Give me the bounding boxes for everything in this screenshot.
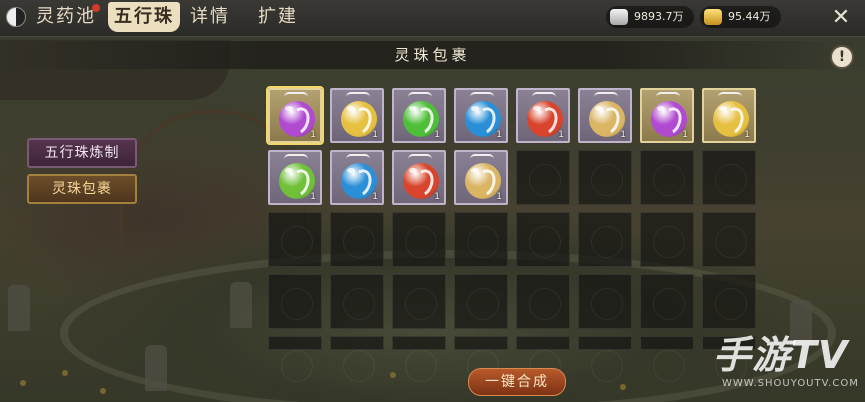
sidebar-item-pouch[interactable]: 灵珠包裹 xyxy=(27,174,137,204)
inventory-slot-empty[interactable] xyxy=(392,274,446,329)
tab-expand[interactable]: 扩建 xyxy=(258,2,298,32)
inventory-slot-empty[interactable] xyxy=(330,274,384,329)
item-count: 1 xyxy=(310,192,316,202)
inventory-slot-empty[interactable] xyxy=(640,336,694,382)
inventory-slot-empty[interactable] xyxy=(392,336,446,382)
inventory-slot[interactable]: 1 xyxy=(578,88,632,143)
item-count: 1 xyxy=(434,192,440,202)
silver-value: 9893.7万 xyxy=(634,10,684,23)
top-bar: 灵药池 五行珠 详情 扩建 9893.7万 95.44万 ✕ xyxy=(0,0,865,37)
inventory-slot-empty[interactable] xyxy=(578,212,632,267)
tab-details[interactable]: 详情 xyxy=(190,2,230,32)
item-count: 1 xyxy=(372,130,378,140)
inventory-slot-empty[interactable] xyxy=(578,336,632,382)
inventory-slot-empty[interactable] xyxy=(454,274,508,329)
item-count: 1 xyxy=(496,130,502,140)
sidebar-item-refine[interactable]: 五行珠炼制 xyxy=(27,138,137,168)
inventory-slot[interactable]: 1 xyxy=(454,150,508,205)
inventory-slot-empty[interactable] xyxy=(330,336,384,382)
inventory-slot-empty[interactable] xyxy=(516,274,570,329)
inventory-slot[interactable]: 1 xyxy=(392,150,446,205)
inventory-slot-empty[interactable] xyxy=(330,212,384,267)
item-count: 1 xyxy=(434,130,440,140)
item-count: 1 xyxy=(310,130,316,140)
item-count: 1 xyxy=(620,130,626,140)
yin-yang-icon[interactable] xyxy=(6,7,26,27)
inventory-slot[interactable]: 1 xyxy=(330,88,384,143)
sidebar-item-label: 五行珠炼制 xyxy=(44,145,120,161)
inventory-slot[interactable]: 1 xyxy=(392,88,446,143)
tab-herb-pool[interactable]: 灵药池 xyxy=(36,2,100,32)
silver-resource: 9893.7万 xyxy=(606,6,694,28)
tab-label: 详情 xyxy=(190,6,230,27)
combine-all-button[interactable]: 一键合成 xyxy=(468,368,566,396)
inventory-slot-empty[interactable] xyxy=(392,212,446,267)
inventory-slot-empty[interactable] xyxy=(268,336,322,382)
inventory-slot-empty[interactable] xyxy=(640,212,694,267)
combine-label: 一键合成 xyxy=(485,374,549,390)
inventory-slot-empty[interactable] xyxy=(702,212,756,267)
info-icon[interactable]: ! xyxy=(830,45,854,69)
inventory-slot-empty[interactable] xyxy=(640,150,694,205)
inventory-slot[interactable]: 1 xyxy=(330,150,384,205)
item-count: 1 xyxy=(372,192,378,202)
inventory-slot-empty[interactable] xyxy=(578,150,632,205)
inventory-slot-empty[interactable] xyxy=(578,274,632,329)
inventory-slot[interactable]: 1 xyxy=(268,88,322,143)
sidebar-item-label: 灵珠包裹 xyxy=(52,181,112,197)
inventory-slot[interactable]: 1 xyxy=(516,88,570,143)
tab-label: 扩建 xyxy=(258,6,298,27)
inventory-slot[interactable]: 1 xyxy=(702,88,756,143)
tab-label: 灵药池 xyxy=(36,6,96,27)
item-count: 1 xyxy=(496,192,502,202)
tab-label: 五行珠 xyxy=(114,6,174,27)
inventory-slot-empty[interactable] xyxy=(454,212,508,267)
inventory-slot-empty[interactable] xyxy=(454,336,508,382)
close-icon[interactable]: ✕ xyxy=(829,6,853,30)
gold-resource: 95.44万 xyxy=(700,6,781,28)
item-count: 1 xyxy=(558,130,564,140)
panel-title-bar: 灵珠包裹 xyxy=(0,41,865,69)
panel-title: 灵珠包裹 xyxy=(394,46,471,64)
notification-dot xyxy=(92,4,100,12)
inventory-slot[interactable]: 1 xyxy=(640,88,694,143)
gold-value: 95.44万 xyxy=(728,10,771,23)
inventory-slot[interactable]: 1 xyxy=(268,150,322,205)
inventory-slot-empty[interactable] xyxy=(516,212,570,267)
inventory-slot-empty[interactable] xyxy=(268,274,322,329)
inventory-slot-empty[interactable] xyxy=(516,150,570,205)
inventory-slot-empty[interactable] xyxy=(702,150,756,205)
silver-ingot-icon xyxy=(610,9,628,25)
inventory-grid: 1 1 1 1 1 1 1 1 1 1 1 1 xyxy=(268,88,760,382)
gold-ingot-icon xyxy=(704,9,722,25)
tab-five-elements[interactable]: 五行珠 xyxy=(108,2,180,32)
inventory-slot-empty[interactable] xyxy=(268,212,322,267)
inventory-slot[interactable]: 1 xyxy=(454,88,508,143)
item-count: 1 xyxy=(682,130,688,140)
inventory-slot-empty[interactable] xyxy=(640,274,694,329)
inventory-slot-empty[interactable] xyxy=(516,336,570,382)
watermark-url: WWW.SHOUYOUTV.COM xyxy=(722,378,859,389)
watermark-logo: 手游TV xyxy=(713,333,849,377)
item-count: 1 xyxy=(744,130,750,140)
inventory-slot-empty[interactable] xyxy=(702,274,756,329)
